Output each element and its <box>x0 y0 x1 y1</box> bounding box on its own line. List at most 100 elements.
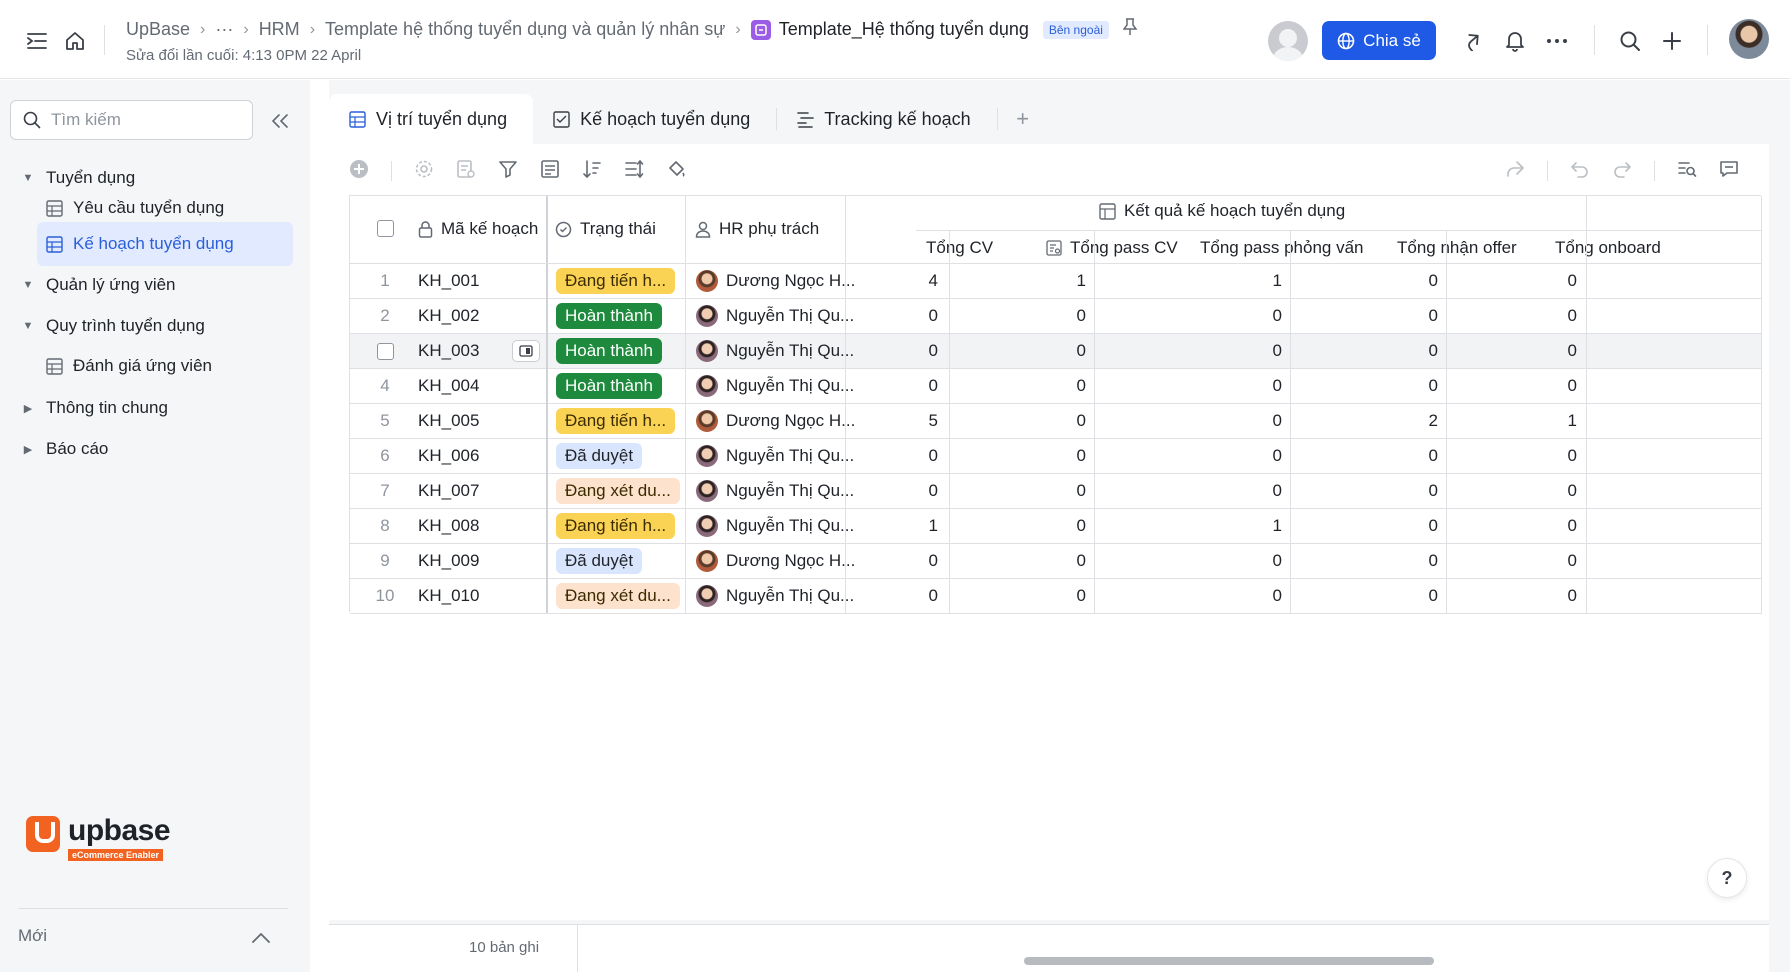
onboard-cell[interactable]: 0 <box>1447 369 1585 403</box>
total-cv-cell[interactable]: 0 <box>846 439 946 473</box>
onboard-cell[interactable]: 0 <box>1447 264 1585 298</box>
sidebar-search-input[interactable] <box>51 110 231 130</box>
column-group-header[interactable]: Kết quả kế hoạch tuyển dụng <box>1099 201 1345 221</box>
breadcrumb-item-upbase[interactable]: UpBase <box>126 19 190 40</box>
onboard-cell[interactable]: 0 <box>1447 509 1585 543</box>
sidebar-group-quy-trinh-tuyen-dung[interactable]: ▼ Quy trình tuyển dụng <box>22 316 205 336</box>
total-cv-cell[interactable]: 4 <box>846 264 946 298</box>
more-icon[interactable] <box>1542 26 1572 56</box>
plan-code-cell[interactable]: KH_001 <box>418 264 543 298</box>
offer-cell[interactable]: 0 <box>1291 544 1446 578</box>
sidebar-group-thong-tin-chung[interactable]: ▶ Thông tin chung <box>22 398 168 418</box>
expand-record-icon[interactable] <box>512 340 540 362</box>
pass-cv-cell[interactable]: 0 <box>950 579 1094 613</box>
breadcrumb-item-hrm[interactable]: HRM <box>259 19 300 40</box>
status-cell[interactable]: Đang tiến h... <box>556 509 686 543</box>
table-row[interactable]: 4 KH_004 Hoàn thành Nguyễn Thị Qu... 0 0 0 0 0 <box>350 369 1762 404</box>
table-row[interactable]: 6 KH_006 Đã duyệt Nguyễn Thị Qu... 0 0 0 0 0 <box>350 439 1762 474</box>
plan-code-cell[interactable]: KH_004 <box>418 369 543 403</box>
group-icon[interactable] <box>540 159 560 184</box>
onboard-cell[interactable]: 1 <box>1447 404 1585 438</box>
pass-interview-cell[interactable]: 1 <box>1095 509 1290 543</box>
table-row[interactable]: 1 KH_001 Đang tiến h... Dương Ngọc H... 4 1 1 0… <box>350 264 1762 299</box>
offer-cell[interactable]: 0 <box>1291 474 1446 508</box>
column-header-onboard[interactable]: Tổng onboard <box>1555 238 1661 258</box>
find-icon[interactable] <box>1677 159 1697 184</box>
offer-cell[interactable]: 0 <box>1291 579 1446 613</box>
sidebar-group-quan-ly-ung-vien[interactable]: ▼ Quản lý ứng viên <box>22 275 176 295</box>
pass-interview-cell[interactable]: 1 <box>1095 264 1290 298</box>
pass-cv-cell[interactable]: 0 <box>950 334 1094 368</box>
column-header-total-cv[interactable]: Tổng CV <box>926 238 993 258</box>
status-cell[interactable]: Đang tiến h... <box>556 264 686 298</box>
breadcrumb-item-template[interactable]: Template hệ thống tuyển dụng và quản lý … <box>325 19 725 40</box>
sidebar-footer-label[interactable]: Mới <box>18 926 47 946</box>
help-icon[interactable]: ? <box>1707 858 1747 898</box>
table-row[interactable]: 8 KH_008 Đang tiến h... Nguyễn Thị Qu... 1 0 1… <box>350 509 1762 544</box>
share-link-icon[interactable] <box>1458 26 1488 56</box>
share-button[interactable]: Chia sẻ <box>1322 21 1436 60</box>
row-checkbox[interactable] <box>377 334 394 368</box>
plan-code-cell[interactable]: KH_007 <box>418 474 543 508</box>
plan-code-cell[interactable]: KH_006 <box>418 439 543 473</box>
pass-cv-cell[interactable]: 0 <box>950 404 1094 438</box>
table-row[interactable]: 9 KH_009 Đã duyệt Dương Ngọc H... 0 0 0 0 0 <box>350 544 1762 579</box>
pass-interview-cell[interactable]: 0 <box>1095 334 1290 368</box>
column-header-code[interactable]: Mã kế hoạch <box>418 219 538 239</box>
pass-cv-cell[interactable]: 0 <box>950 369 1094 403</box>
search-icon[interactable] <box>1615 26 1645 56</box>
onboard-cell[interactable]: 0 <box>1447 579 1585 613</box>
pass-cv-cell[interactable]: 0 <box>950 439 1094 473</box>
total-cv-cell[interactable]: 0 <box>846 369 946 403</box>
row-height-icon[interactable] <box>624 159 644 184</box>
status-cell[interactable]: Hoàn thành <box>556 369 686 403</box>
pass-cv-cell[interactable]: 0 <box>950 474 1094 508</box>
tab-vi-tri-tuyen-dung[interactable]: Vị trí tuyển dụng <box>329 94 534 144</box>
add-record-icon[interactable] <box>349 159 369 184</box>
pin-icon[interactable] <box>1122 18 1138 41</box>
table-row[interactable]: 5 KH_005 Đang tiến h... Dương Ngọc H... 5 0 0 2… <box>350 404 1762 439</box>
offer-cell[interactable]: 0 <box>1291 264 1446 298</box>
field-config-icon[interactable] <box>456 159 476 184</box>
pass-cv-cell[interactable]: 0 <box>950 544 1094 578</box>
total-cv-cell[interactable]: 0 <box>846 334 946 368</box>
pass-interview-cell[interactable]: 0 <box>1095 369 1290 403</box>
onboard-cell[interactable]: 0 <box>1447 544 1585 578</box>
status-cell[interactable]: Hoàn thành <box>556 299 686 333</box>
pass-cv-cell[interactable]: 1 <box>950 264 1094 298</box>
status-cell[interactable]: Đang xét du... <box>556 579 686 613</box>
total-cv-cell[interactable]: 1 <box>846 509 946 543</box>
share-view-icon[interactable] <box>1505 159 1525 184</box>
sidebar-item-danh-gia-ung-vien[interactable]: Đánh giá ứng viên <box>37 344 293 388</box>
sort-icon[interactable] <box>582 159 602 184</box>
offer-cell[interactable]: 0 <box>1291 299 1446 333</box>
add-view-icon[interactable]: + <box>998 94 1048 144</box>
comment-icon[interactable] <box>1719 159 1739 184</box>
offer-cell[interactable]: 0 <box>1291 439 1446 473</box>
offer-cell[interactable]: 0 <box>1291 369 1446 403</box>
filter-icon[interactable] <box>498 159 518 184</box>
home-icon[interactable] <box>60 26 90 56</box>
table-row[interactable]: 2 KH_002 Hoàn thành Nguyễn Thị Qu... 0 0 0 0 0 <box>350 299 1762 334</box>
table-row[interactable]: KH_003 Hoàn thành Nguyễn Thị Qu... 0 0 0 0 0 <box>350 334 1762 369</box>
settings-icon[interactable] <box>414 159 434 184</box>
onboard-cell[interactable]: 0 <box>1447 439 1585 473</box>
sidebar-group-bao-cao[interactable]: ▶ Báo cáo <box>22 439 109 459</box>
pass-cv-cell[interactable]: 0 <box>950 299 1094 333</box>
plan-code-cell[interactable]: KH_008 <box>418 509 543 543</box>
pass-interview-cell[interactable]: 0 <box>1095 299 1290 333</box>
collapse-sidebar-icon[interactable] <box>266 107 294 135</box>
table-row[interactable]: 7 KH_007 Đang xét du... Nguyễn Thị Qu... 0 0 0… <box>350 474 1762 509</box>
total-cv-cell[interactable]: 0 <box>846 544 946 578</box>
horizontal-scrollbar[interactable] <box>1024 957 1434 965</box>
tab-tracking-ke-hoach[interactable]: Tracking kế hoạch <box>777 94 996 144</box>
chevron-up-icon[interactable] <box>252 928 270 948</box>
plus-icon[interactable] <box>1657 26 1687 56</box>
offer-cell[interactable]: 2 <box>1291 404 1446 438</box>
total-cv-cell[interactable]: 5 <box>846 404 946 438</box>
plan-code-cell[interactable]: KH_009 <box>418 544 543 578</box>
user-avatar[interactable] <box>1729 19 1769 59</box>
plan-code-cell[interactable]: KH_005 <box>418 404 543 438</box>
table-row[interactable]: 10 KH_010 Đang xét du... Nguyễn Thị Qu... 0 0… <box>350 579 1762 614</box>
pass-interview-cell[interactable]: 0 <box>1095 439 1290 473</box>
